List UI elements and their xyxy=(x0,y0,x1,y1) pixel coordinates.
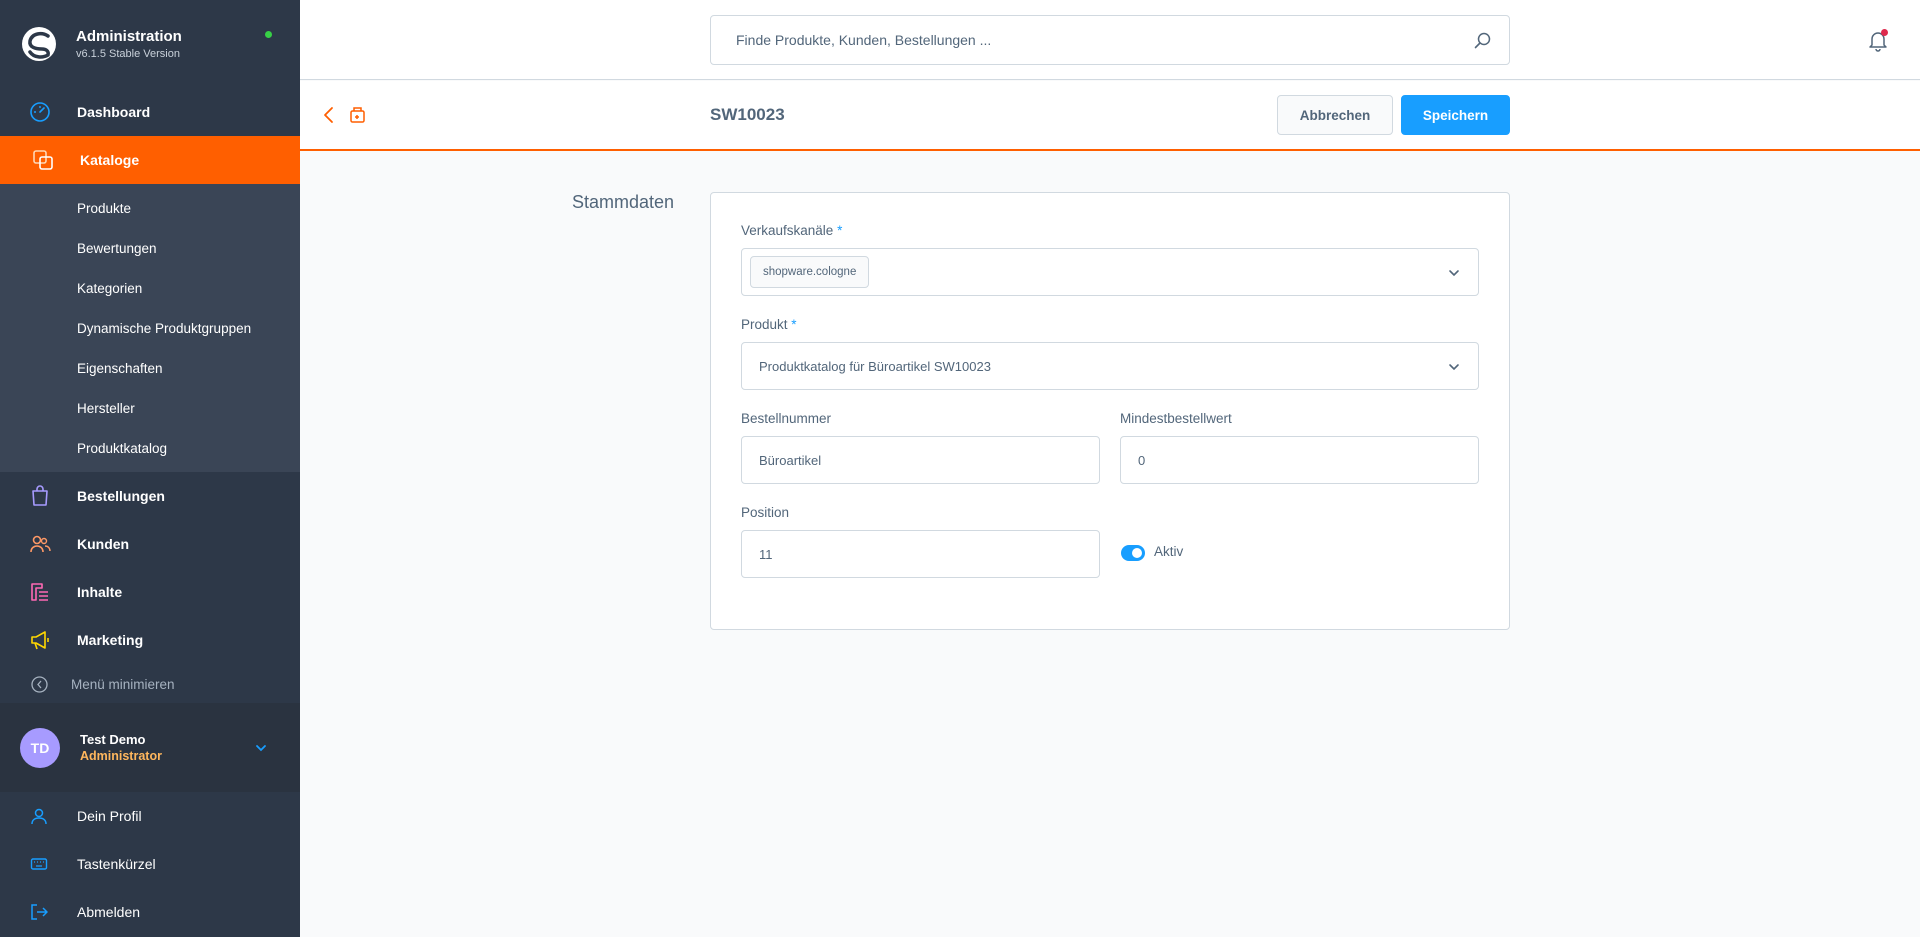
save-button[interactable]: Speichern xyxy=(1401,95,1510,135)
product-select[interactable]: Produktkatalog für Büroartikel SW10023 xyxy=(741,342,1479,390)
sidebar-item-kunden[interactable]: Kunden xyxy=(0,520,300,568)
logout-icon xyxy=(31,904,48,920)
minimize-menu-button[interactable]: Menü minimieren xyxy=(0,664,300,704)
sidebar-item-label: Inhalte xyxy=(77,584,123,600)
sales-channels-label-text: Verkaufskanäle xyxy=(741,223,834,238)
back-arrow-icon[interactable] xyxy=(321,106,337,124)
sidebar-item-kataloge[interactable]: Kataloge xyxy=(0,136,300,184)
active-toggle[interactable] xyxy=(1121,545,1145,561)
sidebar-item-label: Kataloge xyxy=(80,152,140,168)
catalog-module-icon xyxy=(350,107,365,123)
chevron-down-icon[interactable] xyxy=(1448,267,1460,279)
order-number-value: Büroartikel xyxy=(759,452,822,468)
min-order-value-label: Mindestbestellwert xyxy=(1120,411,1232,426)
order-number-label: Bestellnummer xyxy=(741,411,832,426)
sidebar-item-label: Marketing xyxy=(77,632,144,648)
search-icon[interactable] xyxy=(1474,32,1491,49)
subnav-item-kategorien[interactable]: Kategorien xyxy=(0,268,300,308)
sales-channels-label: Verkaufskanäle * xyxy=(741,223,842,238)
page-title: SW10023 xyxy=(710,105,785,124)
min-order-value: 0 xyxy=(1138,452,1146,468)
catalog-icon xyxy=(33,150,53,170)
master-data-card: Verkaufskanäle * shopware.cologne Produk… xyxy=(710,192,1510,630)
sales-channel-tag[interactable]: shopware.cologne xyxy=(750,256,870,288)
section-title: Stammdaten xyxy=(572,192,675,212)
subnav-item-dynamische-produktgruppen[interactable]: Dynamische Produktgruppen xyxy=(0,308,300,348)
position-label: Position xyxy=(741,505,790,520)
global-search[interactable] xyxy=(710,15,1510,65)
user-icon xyxy=(31,808,47,825)
subnav-item-produkte[interactable]: Produkte xyxy=(0,188,300,228)
product-label-text: Produkt xyxy=(741,317,788,332)
brand-version: v6.1.5 Stable Version xyxy=(76,47,180,60)
account-nav: Dein Profil Tastenkürzel Abmelden xyxy=(0,792,300,936)
toggle-knob xyxy=(1132,548,1142,558)
account-item-shortcuts[interactable]: Tastenkürzel xyxy=(0,840,300,888)
sidebar-item-bestellungen[interactable]: Bestellungen xyxy=(0,472,300,520)
brand-header: Administration v6.1.5 Stable Version xyxy=(0,0,300,88)
sales-channels-select[interactable]: shopware.cologne xyxy=(741,248,1479,296)
required-marker: * xyxy=(791,317,797,332)
admin-sidebar: Administration v6.1.5 Stable Version Das… xyxy=(0,0,300,937)
account-item-profile[interactable]: Dein Profil xyxy=(0,792,300,840)
sidebar-item-label: Kunden xyxy=(77,536,130,552)
cancel-button[interactable]: Abbrechen xyxy=(1277,95,1393,135)
minimize-menu-label: Menü minimieren xyxy=(71,676,175,692)
product-label: Produkt * xyxy=(741,317,797,332)
marketing-icon xyxy=(31,631,49,650)
shopware-logo-icon xyxy=(22,27,56,61)
content-icon xyxy=(31,583,48,601)
search-input[interactable] xyxy=(736,32,1476,48)
keyboard-icon xyxy=(30,858,48,870)
notification-badge xyxy=(1881,29,1888,36)
subnav-item-eigenschaften[interactable]: Eigenschaften xyxy=(0,348,300,388)
customers-icon xyxy=(30,535,51,553)
sidebar-item-marketing[interactable]: Marketing xyxy=(0,616,300,664)
account-item-label: Abmelden xyxy=(77,904,141,920)
account-item-logout[interactable]: Abmelden xyxy=(0,888,300,936)
sidebar-item-label: Bestellungen xyxy=(77,488,165,504)
dashboard-icon xyxy=(30,102,50,122)
subnav-item-produktkatalog[interactable]: Produktkatalog xyxy=(0,428,300,468)
min-order-value-field[interactable]: 0 xyxy=(1120,436,1479,484)
product-value: Produktkatalog für Büroartikel SW10023 xyxy=(759,358,991,374)
user-block[interactable]: TD Test Demo Administrator xyxy=(0,703,300,792)
smart-bar: SW10023 Abbrechen Speichern xyxy=(300,81,1920,151)
avatar: TD xyxy=(20,727,60,768)
orders-icon xyxy=(32,485,48,506)
required-marker: * xyxy=(837,223,843,238)
chevron-left-circle-icon xyxy=(31,675,48,693)
order-number-field[interactable]: Büroartikel xyxy=(741,436,1100,484)
chevron-down-icon[interactable] xyxy=(1448,361,1460,373)
account-item-label: Tastenkürzel xyxy=(77,856,156,872)
sidebar-item-label: Dashboard xyxy=(77,104,151,120)
position-field[interactable]: 11 xyxy=(741,530,1100,578)
brand-title: Administration xyxy=(76,27,182,45)
subnav-item-bewertungen[interactable]: Bewertungen xyxy=(0,228,300,268)
user-name: Test Demo xyxy=(80,732,146,747)
subnav-item-hersteller[interactable]: Hersteller xyxy=(0,388,300,428)
top-header xyxy=(300,0,1920,80)
position-value: 11 xyxy=(759,546,773,562)
account-item-label: Dein Profil xyxy=(77,808,142,824)
catalog-subnav: Produkte Bewertungen Kategorien Dynamisc… xyxy=(0,184,300,472)
sidebar-item-inhalte[interactable]: Inhalte xyxy=(0,568,300,616)
active-label[interactable]: Aktiv xyxy=(1154,544,1183,559)
sidebar-item-dashboard[interactable]: Dashboard xyxy=(0,88,300,136)
chevron-down-icon[interactable] xyxy=(254,741,268,755)
user-role: Administrator xyxy=(80,749,162,763)
status-dot xyxy=(265,31,272,38)
